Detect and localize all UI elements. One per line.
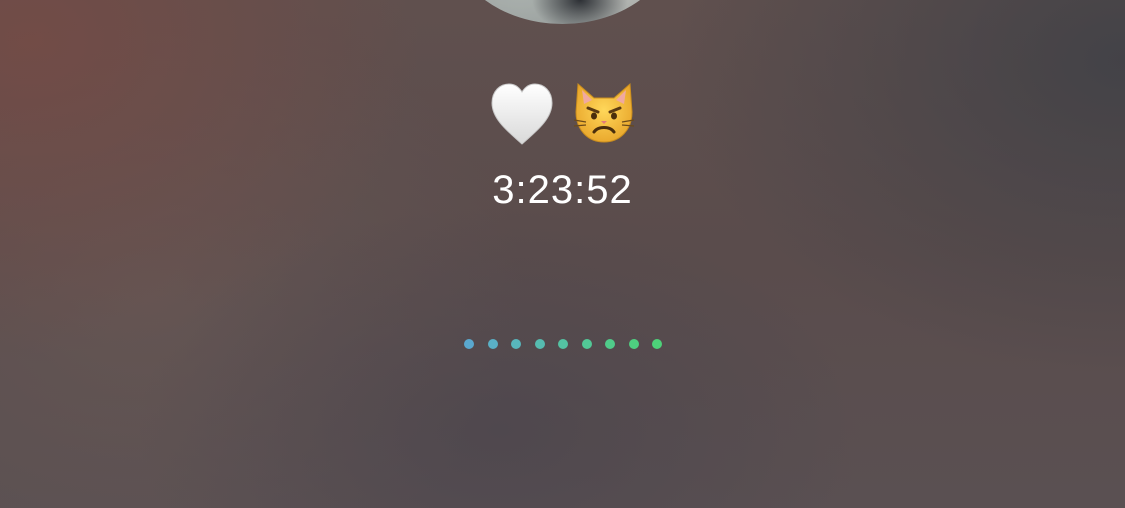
emoji-row <box>0 78 1125 148</box>
progress-dot <box>652 339 662 349</box>
progress-dot <box>628 339 639 349</box>
progress-dot <box>511 339 521 349</box>
white-heart-icon <box>490 83 553 145</box>
progress-dot <box>464 339 474 349</box>
caller-avatar[interactable] <box>450 0 675 24</box>
progress-dot <box>558 339 568 349</box>
connection-progress-dots <box>464 339 662 349</box>
progress-dot <box>534 339 545 349</box>
call-duration: 3:23:52 <box>492 168 633 212</box>
call-screen: 3:23:52 <box>0 0 1125 508</box>
pouting-cat-icon <box>573 82 634 143</box>
progress-dot <box>581 339 592 349</box>
progress-dot <box>487 339 498 349</box>
progress-dot <box>605 339 615 349</box>
